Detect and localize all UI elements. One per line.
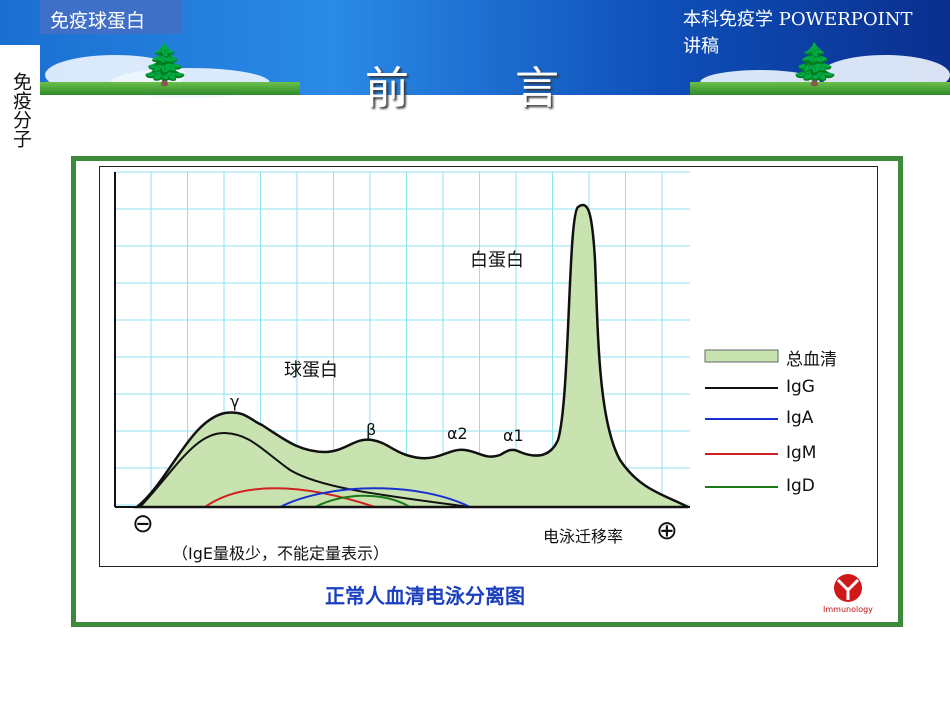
legend-igm: IgM xyxy=(786,443,817,463)
legend-total-serum: 总血清 xyxy=(786,350,837,370)
gamma-label: γ xyxy=(230,392,240,411)
alpha1-label: α1 xyxy=(503,426,524,445)
minus-icon: ⊖ xyxy=(132,509,154,539)
globulin-label: 球蛋白 xyxy=(284,360,338,381)
figure-caption: 正常人血清电泳分离图 xyxy=(325,584,525,608)
alpha2-label: α2 xyxy=(447,424,468,443)
legend-igg: IgG xyxy=(786,377,815,397)
legend-iga: IgA xyxy=(786,408,814,428)
logo-text: Immunology xyxy=(823,605,873,614)
albumin-label: 白蛋白 xyxy=(470,250,524,271)
ige-note: （IgE量极少，不能定量表示） xyxy=(172,544,389,563)
total-serum-area xyxy=(133,203,689,509)
axis-label: 电泳迁移率 xyxy=(543,527,624,546)
plus-icon: ⊕ xyxy=(656,516,678,546)
legend-igd: IgD xyxy=(786,476,815,496)
immunology-logo xyxy=(834,574,862,602)
beta-label: β xyxy=(366,420,377,439)
legend-swatch xyxy=(704,349,779,363)
